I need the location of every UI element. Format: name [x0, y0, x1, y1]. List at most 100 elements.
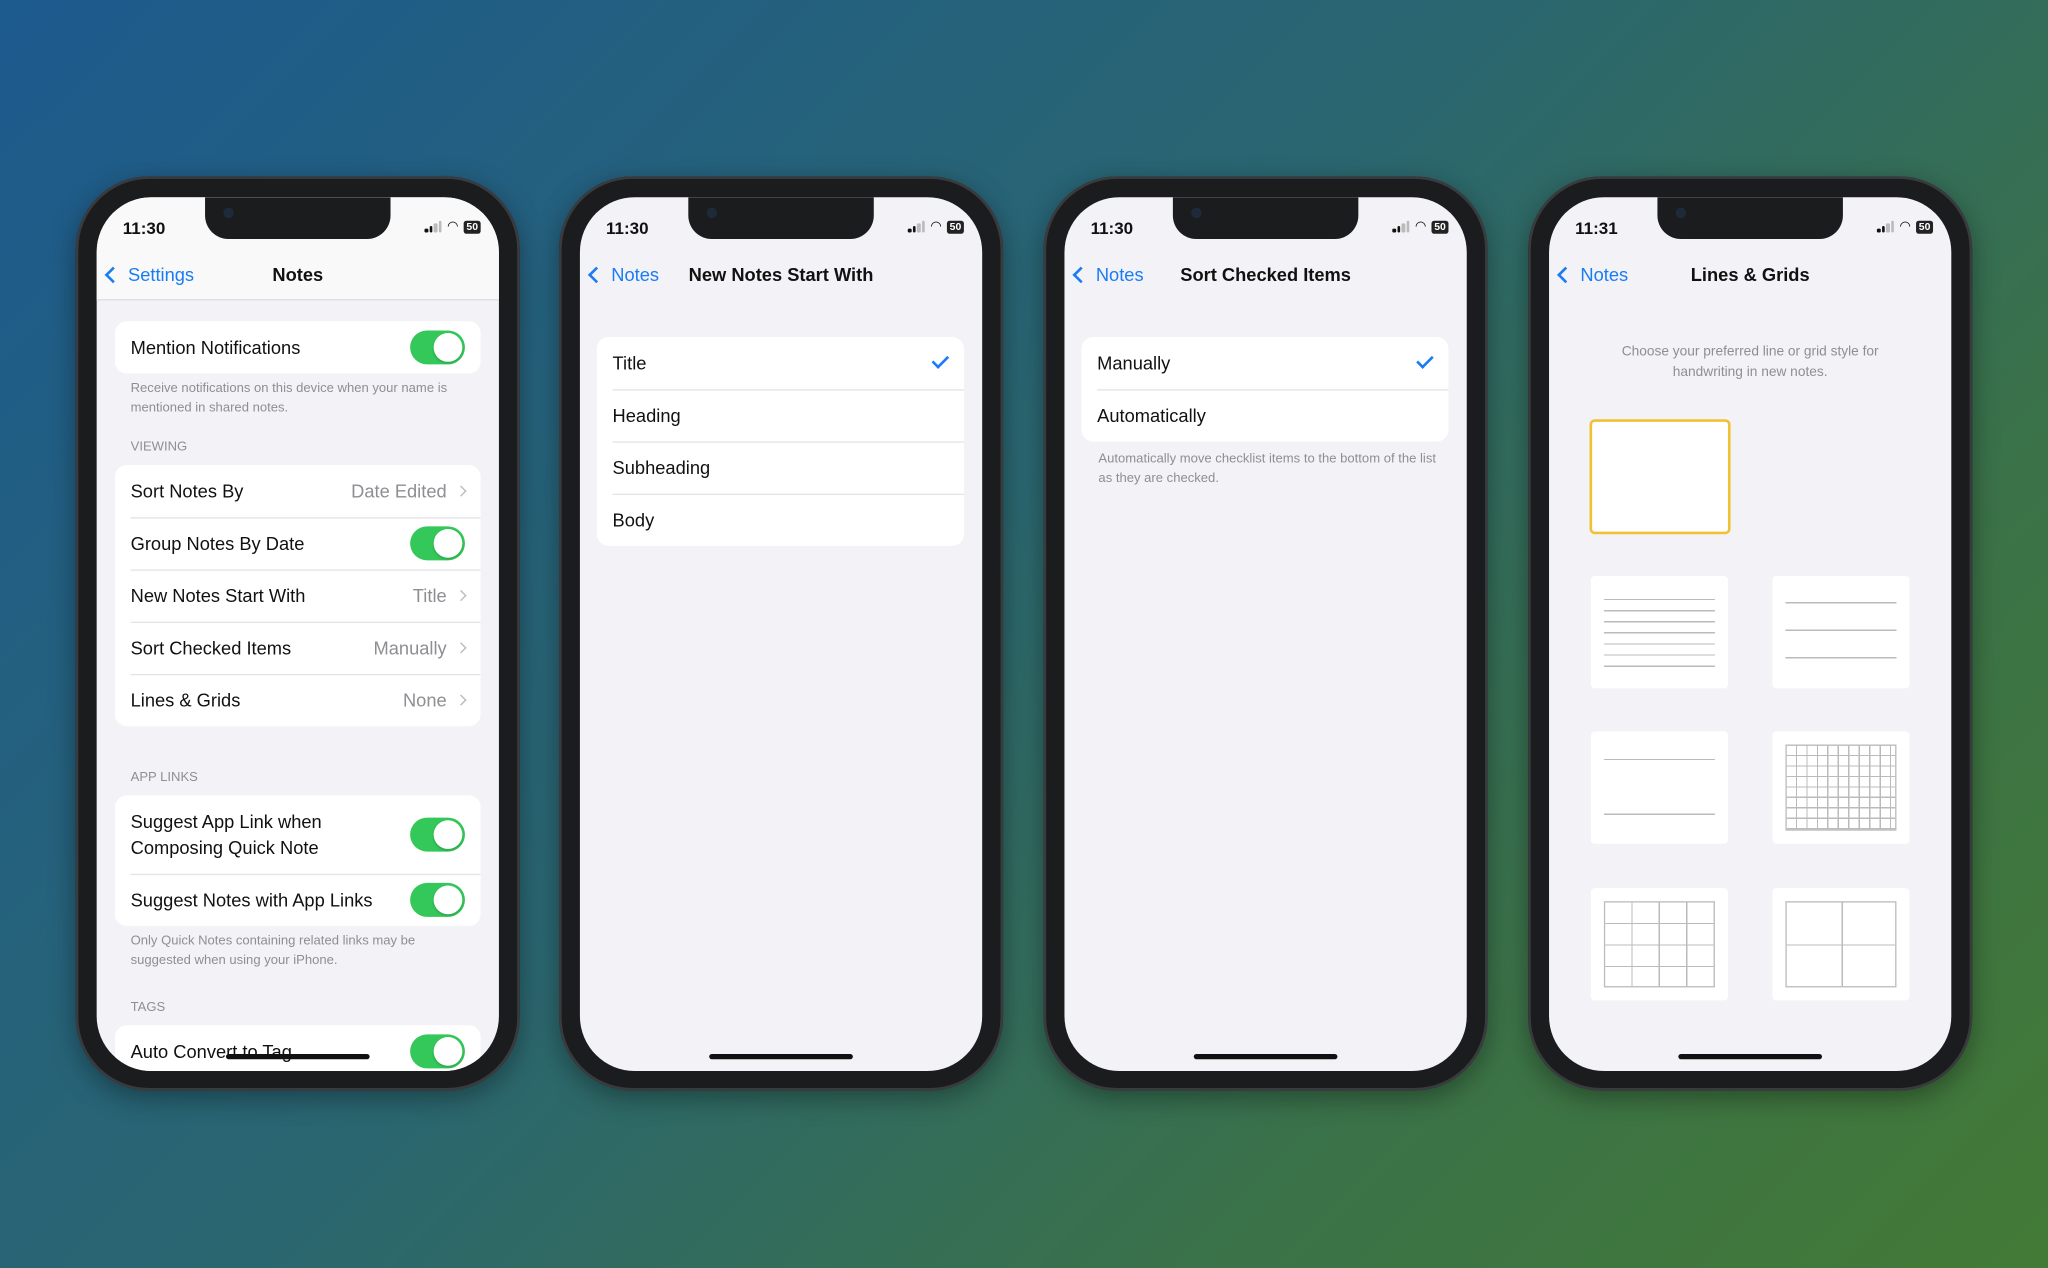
- new-notes-start-with-row[interactable]: New Notes Start With Title: [115, 569, 481, 621]
- lines-grids-description: Choose your preferred line or grid style…: [1549, 341, 1951, 383]
- row-label: Sort Notes By: [130, 480, 244, 502]
- app-links-header: APP LINKS: [130, 770, 198, 785]
- options-group: Manually Automatically: [1081, 336, 1449, 442]
- status-icons: ◠ 50: [1392, 219, 1449, 234]
- screen: 11:30 ◠ 50 Settings Notes Mention Notifi…: [96, 197, 499, 1072]
- suggest-app-link-toggle[interactable]: [410, 817, 465, 852]
- battery-icon: 50: [463, 220, 481, 234]
- page-title: New Notes Start With: [688, 263, 874, 285]
- mention-notifications-toggle[interactable]: [410, 330, 465, 365]
- option-subheading[interactable]: Subheading: [597, 441, 964, 493]
- auto-convert-toggle[interactable]: [410, 1034, 465, 1069]
- phone-new-notes-start-with: 11:30 ◠ 50 Notes New Notes Start With Ti…: [559, 176, 1004, 1091]
- status-time: 11:30: [606, 218, 649, 238]
- option-heading[interactable]: Heading: [597, 389, 964, 441]
- status-time: 11:30: [122, 218, 166, 238]
- style-medium-lines-tile[interactable]: [1772, 575, 1910, 689]
- phone-sort-checked-items: 11:30 ◠ 50 Notes Sort Checked Items Manu…: [1043, 176, 1488, 1091]
- camera-icon: [223, 207, 234, 219]
- chevron-right-icon: [455, 694, 467, 706]
- mention-notifications-row[interactable]: Mention Notifications: [115, 321, 481, 373]
- row-value: Title: [412, 585, 447, 607]
- notch: [688, 197, 874, 240]
- group-notes-toggle[interactable]: [410, 526, 465, 561]
- row-label: Mention Notifications: [130, 336, 301, 358]
- chevron-right-icon: [455, 642, 467, 654]
- app-links-group: Suggest App Link when Composing Quick No…: [114, 795, 481, 927]
- camera-icon: [706, 207, 718, 219]
- style-wide-lines-tile[interactable]: [1590, 731, 1728, 844]
- wifi-icon: ◠: [1899, 219, 1911, 234]
- option-label: Automatically: [1097, 404, 1206, 426]
- row-label: Sort Checked Items: [130, 637, 292, 659]
- battery-icon: 50: [1916, 220, 1934, 234]
- checkmark-icon: [1416, 350, 1434, 369]
- suggest-notes-toggle[interactable]: [410, 882, 465, 917]
- phone-settings-notes: 11:30 ◠ 50 Settings Notes Mention Notifi…: [75, 176, 520, 1091]
- option-label: Body: [612, 509, 655, 531]
- status-icons: ◠ 50: [424, 219, 481, 234]
- style-medium-grid-tile[interactable]: [1590, 888, 1728, 1001]
- notch: [1657, 197, 1843, 240]
- row-label: Group Notes By Date: [130, 532, 305, 554]
- suggest-app-link-row[interactable]: Suggest App Link when Composing Quick No…: [115, 795, 481, 873]
- tags-group: Auto Convert to Tag: [114, 1025, 481, 1072]
- sort-footer: Automatically move checklist items to th…: [1098, 451, 1436, 486]
- page-title: Sort Checked Items: [1180, 263, 1351, 285]
- suggest-notes-app-links-row[interactable]: Suggest Notes with App Links: [115, 873, 481, 926]
- home-indicator[interactable]: [1678, 1054, 1823, 1060]
- battery-icon: 50: [947, 220, 964, 234]
- wifi-icon: ◠: [1414, 219, 1427, 234]
- battery-icon: 50: [1431, 220, 1449, 234]
- home-indicator[interactable]: [709, 1054, 853, 1060]
- mention-footer: Receive notifications on this device whe…: [130, 381, 448, 416]
- checkmark-icon: [931, 350, 950, 369]
- home-indicator[interactable]: [225, 1054, 370, 1060]
- signal-icon: [1392, 220, 1410, 233]
- description-text: Choose your preferred line or grid style…: [1621, 343, 1879, 381]
- style-small-grid-tile[interactable]: [1772, 731, 1910, 844]
- row-label: Suggest Notes with App Links: [130, 889, 373, 911]
- row-label: Suggest App Link when Composing Quick No…: [130, 811, 322, 859]
- notch: [1172, 197, 1359, 240]
- viewing-group: Sort Notes By Date Edited Group Notes By …: [114, 464, 481, 727]
- wifi-icon: ◠: [930, 219, 942, 234]
- option-manually[interactable]: Manually: [1081, 337, 1448, 389]
- group-notes-by-date-row[interactable]: Group Notes By Date: [115, 517, 481, 569]
- style-large-grid-tile[interactable]: [1772, 888, 1910, 1001]
- option-label: Subheading: [612, 457, 711, 479]
- screen: 11:31 ◠ 50 Notes Lines & Grids Choose yo…: [1549, 197, 1952, 1072]
- option-label: Title: [612, 352, 647, 374]
- row-value: None: [402, 689, 447, 711]
- chevron-right-icon: [455, 485, 467, 497]
- tags-header: TAGS: [130, 1000, 166, 1015]
- row-value: Date Edited: [351, 480, 447, 502]
- home-indicator[interactable]: [1193, 1054, 1338, 1060]
- status-icons: ◠ 50: [1877, 219, 1934, 234]
- app-links-footer: Only Quick Notes containing related link…: [130, 933, 416, 968]
- row-label: Lines & Grids: [130, 689, 241, 711]
- signal-icon: [424, 220, 442, 233]
- auto-convert-tag-row[interactable]: Auto Convert to Tag: [115, 1025, 481, 1071]
- option-body[interactable]: Body: [597, 493, 964, 546]
- row-value: Manually: [373, 637, 447, 659]
- notch: [205, 197, 391, 240]
- options-group: Title Heading Subheading Body: [596, 336, 964, 546]
- option-automatically[interactable]: Automatically: [1081, 389, 1449, 441]
- viewing-header: VIEWING: [130, 440, 188, 455]
- option-label: Heading: [612, 404, 681, 426]
- screen: 11:30 ◠ 50 Notes New Notes Start With Ti…: [579, 197, 983, 1072]
- mention-group: Mention Notifications: [114, 321, 481, 374]
- style-narrow-lines-tile[interactable]: [1590, 575, 1728, 689]
- wifi-icon: ◠: [447, 219, 459, 234]
- screen: 11:30 ◠ 50 Notes Sort Checked Items Manu…: [1064, 197, 1467, 1072]
- lines-grids-row[interactable]: Lines & Grids None: [115, 673, 481, 726]
- sort-checked-items-row[interactable]: Sort Checked Items Manually: [115, 621, 481, 674]
- sort-notes-by-row[interactable]: Sort Notes By Date Edited: [115, 465, 481, 517]
- option-title[interactable]: Title: [597, 337, 964, 389]
- row-label: New Notes Start With: [130, 585, 306, 607]
- page-title: Lines & Grids: [1690, 263, 1810, 285]
- style-none-tile[interactable]: [1589, 419, 1731, 535]
- phone-lines-grids: 11:31 ◠ 50 Notes Lines & Grids Choose yo…: [1528, 176, 1973, 1091]
- page-title: Notes: [272, 263, 324, 285]
